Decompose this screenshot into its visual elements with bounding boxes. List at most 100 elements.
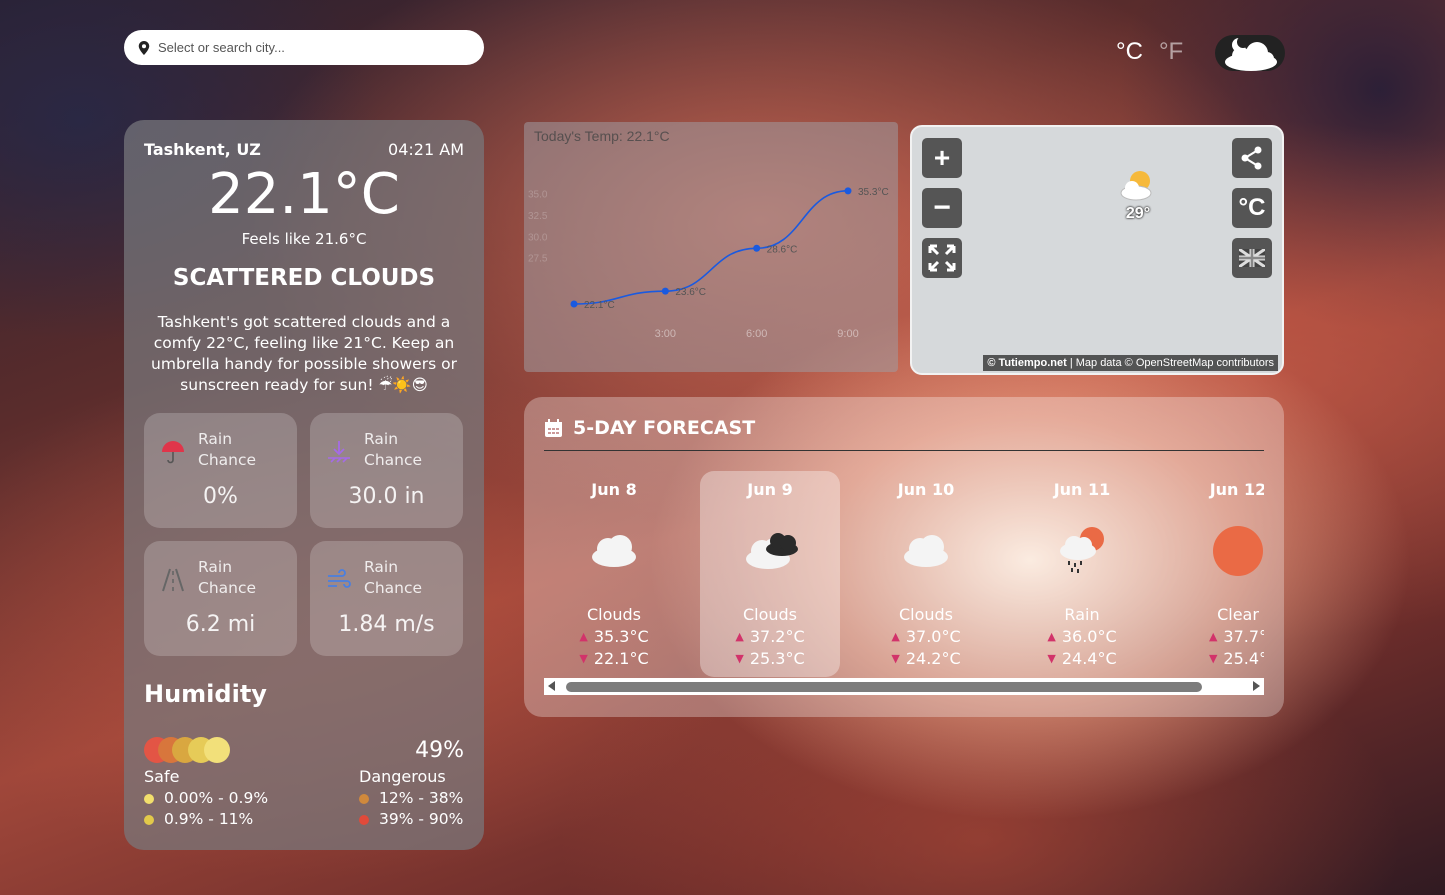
location-pin-icon [138,40,150,55]
zoom-out-button[interactable]: − [922,188,962,228]
temperature-chart: Today's Temp: 22.1°C 35.0 32.5 30.0 27.5 3:0… [528,128,889,340]
stat-value: 0% [203,484,238,509]
humidity-scale [144,737,244,763]
road-icon [162,568,184,592]
stat-label: Rain Chance [364,430,423,469]
theme-toggle[interactable] [1215,35,1285,71]
forecast-card: 5-DAY FORECAST Jun 8 Clouds ▲ 35.3°C ▼ 22.… [524,397,1284,717]
chart-title: Today's Temp: 22.1°C [534,128,670,144]
search-bar[interactable] [124,30,484,65]
rain-icon [1060,527,1104,573]
umbrella-icon [162,441,184,464]
humidity-legend-danger: 12% - 38% 39% - 90% [359,788,463,830]
partly-cloudy-icon [1120,171,1152,201]
forecast-high: ▲ 37.7° [1208,627,1264,646]
local-time: 04:21 AM [388,140,464,159]
scrollbar-thumb[interactable] [566,682,1202,692]
data-point [753,244,761,252]
forecast-low: ▼ 22.1°C [579,649,649,668]
stat-tile-rain: Rain Chance 0% [144,413,297,528]
forecast-condition: Clear [1217,605,1259,624]
forecast-condition: Clouds [898,605,954,624]
map-attribution: © Tutiempo.net | Map data © OpenStreetMa… [983,355,1278,371]
forecast-condition: Clouds [586,605,642,624]
legend-dot [359,793,369,804]
current-weather-card: Tashkent, UZ 04:21 AM 22.1°C Feels like … [124,120,484,850]
forecast-days[interactable]: Jun 8 Clouds ▲ 35.3°C ▼ 22.1°C Jun 9 Cloud… [544,471,1264,677]
forecast-header: 5-DAY FORECAST [544,417,755,439]
wind-icon [328,569,351,588]
stat-tile-wind: Rain Chance 1.84 m/s [310,541,463,656]
stat-label: Rain Chance [198,430,257,469]
forecast-date: Jun 12 [1209,480,1264,499]
forecast-date: Jun 10 [897,480,955,499]
forecast-condition: Rain [1064,605,1100,624]
cloud-icon [904,535,948,567]
map-unit-button[interactable]: °C [1232,188,1272,228]
forecast-scrollbar[interactable] [544,678,1264,695]
y-tick-label: 35.0 [528,189,548,200]
location-name: Tashkent, UZ [144,140,261,159]
forecast-low: ▼ 25.4° [1208,649,1264,668]
weather-map[interactable]: + − °C 29° © Tutiempo.net | Map data © O… [910,125,1284,375]
calendar-icon [545,418,562,437]
forecast-low: ▼ 24.2°C [891,649,961,668]
fahrenheit-button[interactable]: °F [1159,38,1183,66]
humidity-danger-label: Dangerous [359,767,446,786]
forecast-date: Jun 8 [591,480,637,499]
forecast-day[interactable]: Jun 8 Clouds ▲ 35.3°C ▼ 22.1°C [544,471,684,677]
forecast-high: ▲ 37.2°C [735,627,805,646]
stat-value: 30.0 in [348,484,425,509]
dark-cloud-icon [746,533,798,569]
forecast-high: ▲ 36.0°C [1047,627,1117,646]
current-temperature: 22.1°C [208,162,400,227]
stat-label: Rain Chance [364,558,423,597]
feels-like: Feels like 21.6°C [241,230,367,248]
forecast-date: Jun 11 [1053,480,1111,499]
celsius-button[interactable]: °C [1116,38,1143,66]
condition-title: SCATTERED CLOUDS [172,265,436,291]
share-icon [1241,146,1262,170]
forecast-condition: Clouds [742,605,798,624]
humidity-safe-label: Safe [144,767,180,786]
legend-dot [144,814,154,825]
legend-item: 0.00% - 0.9% [144,788,268,809]
language-button[interactable] [1232,238,1272,278]
legend-dot [359,814,369,825]
uk-flag-icon [1239,249,1265,267]
x-tick-label: 3:00 [655,328,676,340]
forecast-day[interactable]: Jun 10 Clouds ▲ 37.0°C ▼ 24.2°C [856,471,996,677]
weather-description: Tashkent's got scattered clouds and a co… [151,313,457,394]
x-tick-label: 9:00 [837,328,858,340]
precipitation-icon [328,441,350,463]
forecast-day[interactable]: Jun 11 Rain ▲ 36.0°C ▼ 24.4°C [1012,471,1152,677]
map-temperature: 29° [1125,205,1151,222]
y-tick-label: 27.5 [528,254,548,265]
data-point [570,300,578,308]
zoom-in-button[interactable]: + [922,138,962,178]
data-point [844,187,852,195]
data-label: 28.6°C [767,244,798,255]
x-tick-label: 6:00 [746,328,767,340]
data-label: 23.6°C [675,287,706,298]
fullscreen-icon [928,244,956,272]
forecast-day[interactable]: Jun 9 Clouds ▲ 37.2°C ▼ 25.3°C [700,471,840,677]
temperature-chart-card: Today's Temp: 22.1°C 35.0 32.5 30.0 27.5 3:0… [524,122,898,372]
data-label: 22.1°C [584,300,615,311]
fullscreen-button[interactable] [922,238,962,278]
humidity-legend-safe: 0.00% - 0.9% 0.9% - 11% [144,788,268,830]
legend-item: 0.9% - 11% [144,809,268,830]
humidity-title: Humidity [144,680,267,708]
forecast-divider [544,450,1264,451]
legend-dot [144,793,154,804]
scroll-right-arrow-icon[interactable] [1253,681,1260,691]
share-button[interactable] [1232,138,1272,178]
humidity-scale-dot [204,737,230,763]
scroll-left-arrow-icon[interactable] [548,681,555,691]
search-input[interactable] [158,40,484,55]
stat-tile-visibility: Rain Chance 6.2 mi [144,541,297,656]
temperature-line [573,190,849,305]
forecast-day[interactable]: Jun 12 Clear ▲ 37.7° ▼ 25.4° [1168,471,1264,677]
forecast-low: ▼ 25.3°C [735,649,805,668]
forecast-title: 5-DAY FORECAST [573,417,756,439]
